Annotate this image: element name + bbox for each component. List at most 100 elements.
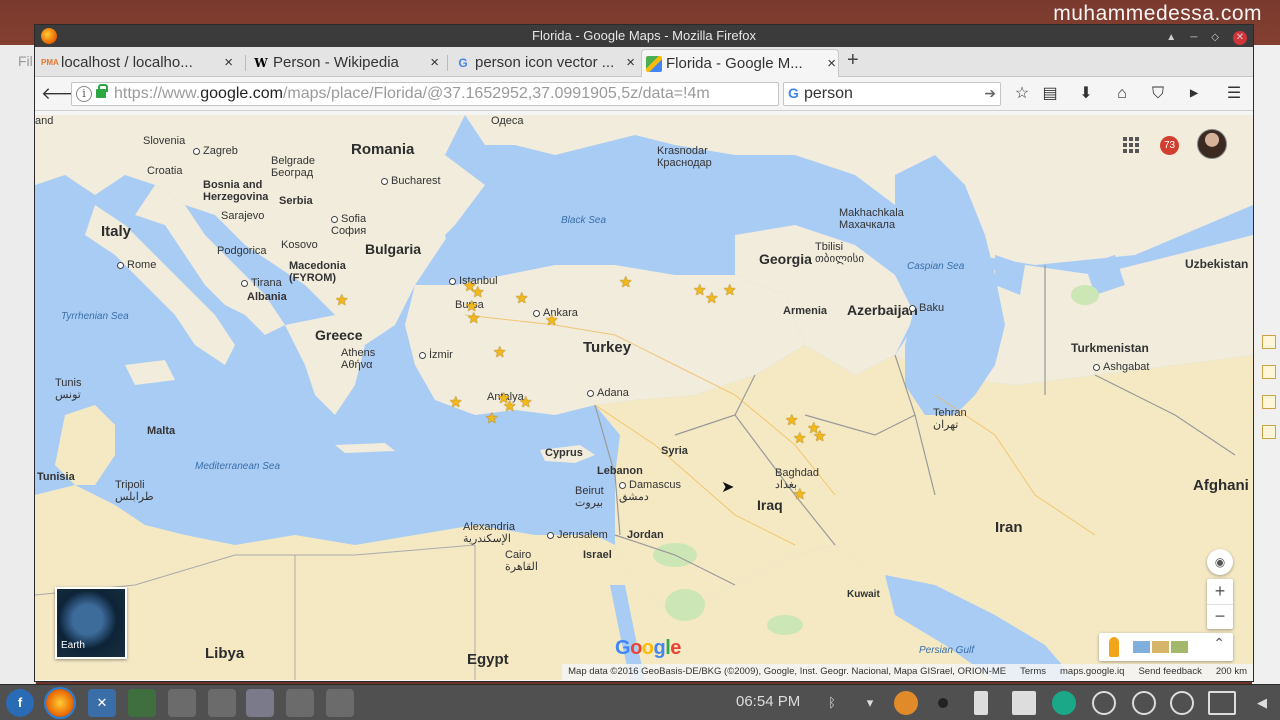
network-icon[interactable] bbox=[1092, 691, 1116, 715]
zoom-in-button[interactable]: + bbox=[1207, 579, 1233, 604]
map-label-caspian: Caspian Sea bbox=[907, 261, 965, 272]
bookmark-star-icon[interactable]: ☆ bbox=[1009, 82, 1035, 106]
map-label-podgorica: Podgorica bbox=[217, 245, 267, 257]
saved-place-star-icon[interactable]: ★ bbox=[705, 291, 718, 306]
file-icon bbox=[1262, 335, 1276, 349]
my-location-button[interactable]: ◉ bbox=[1207, 549, 1233, 575]
info-icon[interactable]: i bbox=[76, 86, 92, 102]
window-taskbar-icon[interactable] bbox=[286, 689, 314, 717]
wifi-icon[interactable]: ▾ bbox=[858, 691, 882, 715]
user-icon[interactable] bbox=[1052, 691, 1076, 715]
map-canvas[interactable]: and Slovenia Zagreb Croatia Romania Belg… bbox=[35, 115, 1253, 680]
map-label-turkmenistan: Turkmenistan bbox=[1071, 341, 1149, 355]
record-icon[interactable] bbox=[938, 698, 948, 708]
saved-place-star-icon[interactable]: ★ bbox=[335, 293, 348, 308]
window-taskbar-icon[interactable] bbox=[326, 689, 354, 717]
clipboard-icon[interactable] bbox=[974, 691, 988, 715]
google-apps-icon[interactable] bbox=[1123, 137, 1139, 153]
pocket-icon[interactable]: ⛉ bbox=[1145, 82, 1171, 106]
url-bar[interactable]: i https://www.google.com/maps/place/Flor… bbox=[71, 82, 800, 106]
tab-label: Florida - Google M... bbox=[666, 55, 803, 72]
saved-place-star-icon[interactable]: ★ bbox=[619, 275, 632, 290]
menu-icon[interactable]: ☰ bbox=[1221, 82, 1247, 106]
image-taskbar-icon[interactable] bbox=[246, 689, 274, 717]
new-tab-button[interactable]: + bbox=[847, 49, 859, 72]
maximize-button[interactable]: ◇ bbox=[1211, 27, 1219, 49]
search-go-icon[interactable]: ➔ bbox=[984, 85, 996, 102]
earth-view-toggle[interactable]: Earth bbox=[55, 587, 127, 659]
bluetooth-icon[interactable]: ᛒ bbox=[820, 691, 844, 715]
saved-place-star-icon[interactable]: ★ bbox=[467, 311, 480, 326]
send-feedback-link[interactable]: Send feedback bbox=[1138, 666, 1201, 678]
close-tab-icon[interactable]: × bbox=[827, 50, 836, 77]
terms-link[interactable]: Terms bbox=[1020, 666, 1046, 678]
saved-place-star-icon[interactable]: ★ bbox=[485, 411, 498, 426]
background-window-left[interactable]: Fil bbox=[0, 45, 36, 685]
map-label-tirana: Tirana bbox=[241, 277, 282, 289]
site-link[interactable]: maps.google.iq bbox=[1060, 666, 1124, 678]
map-label-alexandria: Alexandria الإسكندرية bbox=[463, 521, 515, 545]
tab-phpmyadmin[interactable]: PMA localhost / localho... × bbox=[37, 49, 235, 77]
account-avatar[interactable] bbox=[1197, 129, 1227, 159]
archive-taskbar-icon[interactable] bbox=[168, 689, 196, 717]
files-taskbar-icon[interactable] bbox=[208, 689, 236, 717]
zoom-controls: + − bbox=[1207, 579, 1233, 629]
home-icon[interactable]: ⌂ bbox=[1109, 82, 1135, 106]
street-view-panel: ⌃ bbox=[1099, 633, 1233, 661]
title-bar[interactable]: Florida - Google Maps - Mozilla Firefox … bbox=[35, 25, 1253, 47]
window-title: Florida - Google Maps - Mozilla Firefox bbox=[532, 28, 756, 43]
display-icon[interactable] bbox=[1012, 691, 1036, 715]
search-bar[interactable]: G person ➔ bbox=[783, 82, 1001, 106]
saved-place-star-icon[interactable]: ★ bbox=[813, 429, 826, 444]
pegman-icon[interactable] bbox=[1109, 637, 1119, 657]
map-label-slovenia: Slovenia bbox=[143, 135, 186, 147]
saved-place-star-icon[interactable]: ★ bbox=[545, 313, 558, 328]
saved-place-star-icon[interactable]: ★ bbox=[493, 345, 506, 360]
tab-google-images[interactable]: G person icon vector ... × bbox=[451, 49, 637, 77]
saved-place-star-icon[interactable]: ★ bbox=[449, 395, 462, 410]
notifications-badge[interactable]: 73 bbox=[1160, 136, 1179, 155]
firefox-window: Florida - Google Maps - Mozilla Firefox … bbox=[34, 24, 1254, 682]
map-label-tbilisi: Tbilisi თბილისი bbox=[815, 241, 865, 265]
downloads-icon[interactable]: ⬇ bbox=[1073, 82, 1099, 106]
zoom-out-button[interactable]: − bbox=[1207, 604, 1233, 629]
firefox-taskbar-icon[interactable] bbox=[44, 687, 76, 719]
minimize-button[interactable]: ─ bbox=[1190, 27, 1197, 49]
saved-place-star-icon[interactable]: ★ bbox=[515, 291, 528, 306]
search-engine-icon[interactable]: G bbox=[788, 85, 799, 101]
expand-icon[interactable]: ⌃ bbox=[1213, 635, 1225, 652]
saved-place-star-icon[interactable]: ★ bbox=[503, 399, 516, 414]
close-button[interactable]: ✕ bbox=[1233, 31, 1247, 45]
back-button[interactable]: 🡐 bbox=[41, 82, 87, 106]
youtube-icon[interactable]: ▶ bbox=[1181, 82, 1207, 106]
saved-place-star-icon[interactable]: ★ bbox=[723, 283, 736, 298]
saved-place-star-icon[interactable]: ★ bbox=[793, 431, 806, 446]
imagery-thumbnail[interactable] bbox=[1152, 641, 1169, 653]
saved-place-star-icon[interactable]: ★ bbox=[519, 395, 532, 410]
app-tray-icon[interactable] bbox=[894, 691, 918, 715]
imagery-thumbnail[interactable] bbox=[1133, 641, 1150, 653]
tab-wikipedia[interactable]: W Person - Wikipedia × bbox=[249, 49, 441, 77]
tools-taskbar-icon[interactable]: ✕ bbox=[88, 689, 116, 717]
clock[interactable]: 06:54 PM bbox=[736, 693, 800, 710]
close-tab-icon[interactable]: × bbox=[626, 49, 635, 76]
search-input[interactable]: person bbox=[804, 85, 853, 103]
shade-icon[interactable]: ▲ bbox=[1166, 27, 1176, 49]
volume-icon[interactable]: ◀ bbox=[1250, 691, 1274, 715]
saved-place-star-icon[interactable]: ★ bbox=[793, 487, 806, 502]
saved-place-star-icon[interactable]: ★ bbox=[785, 413, 798, 428]
minimize-all-icon[interactable] bbox=[1170, 691, 1194, 715]
tab-google-maps[interactable]: Florida - Google M... × bbox=[641, 49, 839, 77]
close-tab-icon[interactable]: × bbox=[224, 49, 233, 76]
background-window-right[interactable] bbox=[1252, 45, 1280, 685]
power-icon[interactable] bbox=[1132, 691, 1156, 715]
close-tab-icon[interactable]: × bbox=[430, 49, 439, 76]
tab-label: Person - Wikipedia bbox=[273, 54, 399, 71]
monitor-taskbar-icon[interactable] bbox=[128, 689, 156, 717]
map-label-jerusalem: Jerusalem bbox=[547, 529, 608, 541]
scale-bar[interactable]: 200 km bbox=[1216, 666, 1247, 678]
reading-list-icon[interactable]: ▤ bbox=[1037, 82, 1063, 106]
desktop-icon[interactable] bbox=[1208, 691, 1236, 715]
fedora-menu-icon[interactable]: f bbox=[6, 689, 34, 717]
imagery-thumbnail[interactable] bbox=[1171, 641, 1188, 653]
